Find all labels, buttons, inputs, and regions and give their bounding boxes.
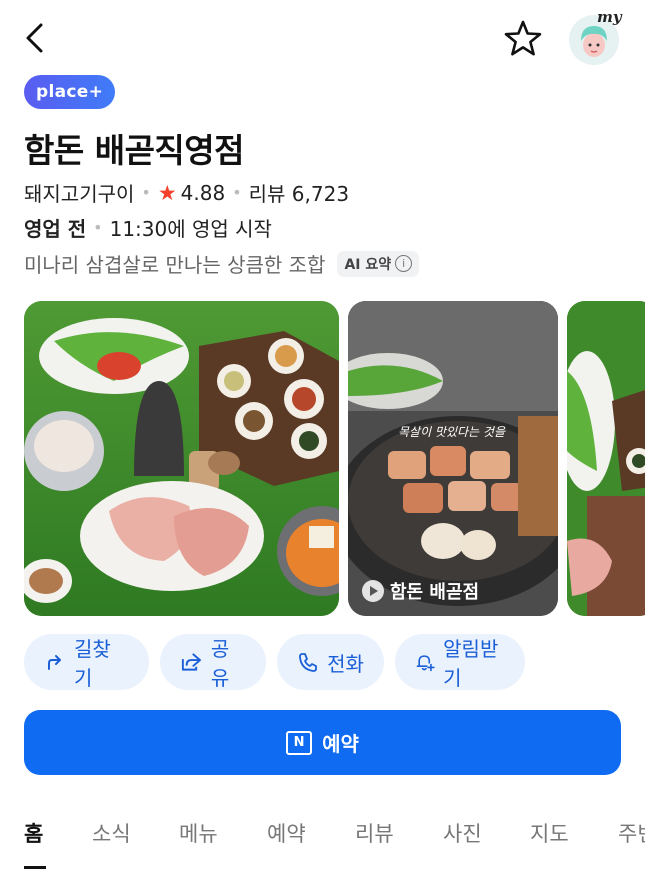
back-arrow-icon: [26, 23, 43, 53]
directions-icon: [47, 655, 61, 670]
food-photo-image: [24, 301, 339, 616]
rating-value: 4.88: [180, 180, 226, 205]
share-label: 공유: [210, 637, 230, 690]
video-thumbnail[interactable]: 목살이 맛있다는 것을 함돈 배곧점: [348, 301, 558, 616]
info-icon[interactable]: i: [395, 255, 413, 272]
video-caption: 함돈 배곧점: [362, 578, 479, 604]
photo-third[interactable]: [567, 301, 645, 616]
business-hours[interactable]: 영업 전 • 11:30에 영업 시작: [24, 213, 272, 242]
tab-photos[interactable]: 사진: [443, 818, 482, 848]
place-meta: 돼지고기구이 • ★ 4.88 • 리뷰 6,723: [24, 178, 349, 207]
call-button[interactable]: 전화: [277, 634, 384, 690]
directions-button[interactable]: 길찾기: [24, 634, 149, 690]
my-label: my: [597, 8, 622, 26]
rating-star-icon: ★: [157, 180, 177, 205]
notify-button[interactable]: 알림받기: [395, 634, 525, 690]
status-label: 영업 전: [24, 217, 87, 241]
favorite-button[interactable]: [500, 16, 546, 62]
tab-menu[interactable]: 메뉴: [179, 818, 218, 848]
bell-plus-icon: [416, 655, 435, 672]
top-bar: my: [0, 0, 645, 80]
ai-summary-label: AI 요약: [344, 256, 392, 273]
tab-news[interactable]: 소식: [92, 818, 131, 848]
tab-map[interactable]: 지도: [530, 818, 569, 848]
call-label: 전화: [327, 651, 364, 676]
action-buttons: 길찾기 공유 전화 알림받기: [24, 634, 525, 690]
food-photo-image: [567, 301, 645, 616]
ai-summary-chip[interactable]: AI 요약 i: [337, 250, 420, 277]
review-count-link[interactable]: 리뷰 6,723: [249, 178, 349, 207]
video-caption-text: 함돈 배곧점: [390, 582, 480, 603]
notify-label: 알림받기: [443, 637, 499, 690]
star-outline-icon: [504, 20, 542, 56]
phone-icon: [299, 653, 317, 672]
hours-text: 11:30에 영업 시작: [109, 217, 272, 241]
play-icon: [362, 580, 384, 602]
separator-dot: •: [93, 218, 103, 237]
tab-home[interactable]: 홈: [24, 818, 43, 848]
directions-label: 길찾기: [73, 637, 111, 690]
naver-reserve-icon: N: [286, 730, 313, 755]
separator-dot: •: [232, 183, 242, 202]
ai-summary-row: 미나리 삼겹살로 만나는 상큼한 조합 AI 요약 i: [24, 249, 420, 278]
tab-bar: 홈 소식 메뉴 예약 리뷰 사진 지도 주변: [0, 800, 645, 885]
back-button[interactable]: [14, 16, 58, 60]
summary-text: 미나리 삼겹살로 만나는 상큼한 조합: [24, 253, 326, 277]
video-overlay-text: 목살이 맛있다는 것을: [398, 425, 505, 439]
tab-nearby[interactable]: 주변: [618, 818, 645, 848]
place-title: 함돈 배곧직영점: [24, 131, 245, 170]
photo-main[interactable]: [24, 301, 339, 616]
category-label: 돼지고기구이: [24, 182, 135, 206]
active-tab-indicator: [24, 866, 46, 869]
place-plus-badge: place+: [24, 75, 116, 109]
tab-reviews[interactable]: 리뷰: [355, 818, 394, 848]
share-icon: [181, 653, 201, 671]
share-button[interactable]: 공유: [160, 634, 266, 690]
separator-dot: •: [141, 183, 151, 202]
reserve-button[interactable]: N 예약: [24, 710, 621, 775]
tab-reservation[interactable]: 예약: [267, 818, 306, 848]
grill-photo-image: [348, 301, 558, 616]
reserve-label: 예약: [322, 732, 359, 756]
